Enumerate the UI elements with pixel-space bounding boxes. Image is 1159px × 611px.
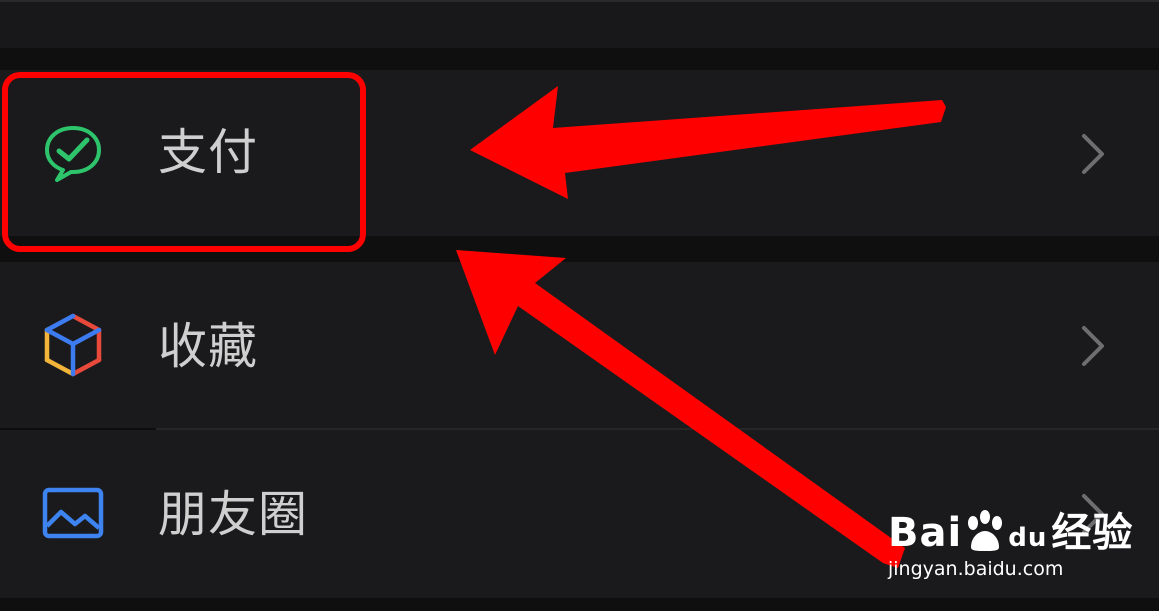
moments-photo-icon: [38, 478, 108, 548]
chevron-right-icon: [1082, 134, 1104, 174]
previous-section: [0, 0, 1159, 48]
section-gap: [0, 598, 1159, 611]
paw-icon: [968, 510, 1003, 551]
chevron-right-icon: [1082, 326, 1104, 366]
watermark-url: jingyan.baidu.com: [888, 558, 1064, 580]
section-gap: [0, 48, 1159, 70]
baidu-jingyan-watermark: Bai du 经验 jingyan.baidu.com: [888, 486, 1132, 586]
favorites-cube-icon: [38, 310, 108, 380]
menu-item-label: 朋友圈: [158, 486, 309, 543]
watermark-brand: Bai du 经验: [888, 510, 1134, 556]
menu-item-label: 收藏: [158, 318, 259, 375]
highlight-box: [2, 72, 366, 252]
menu-item-favorites[interactable]: 收藏: [0, 262, 1159, 428]
